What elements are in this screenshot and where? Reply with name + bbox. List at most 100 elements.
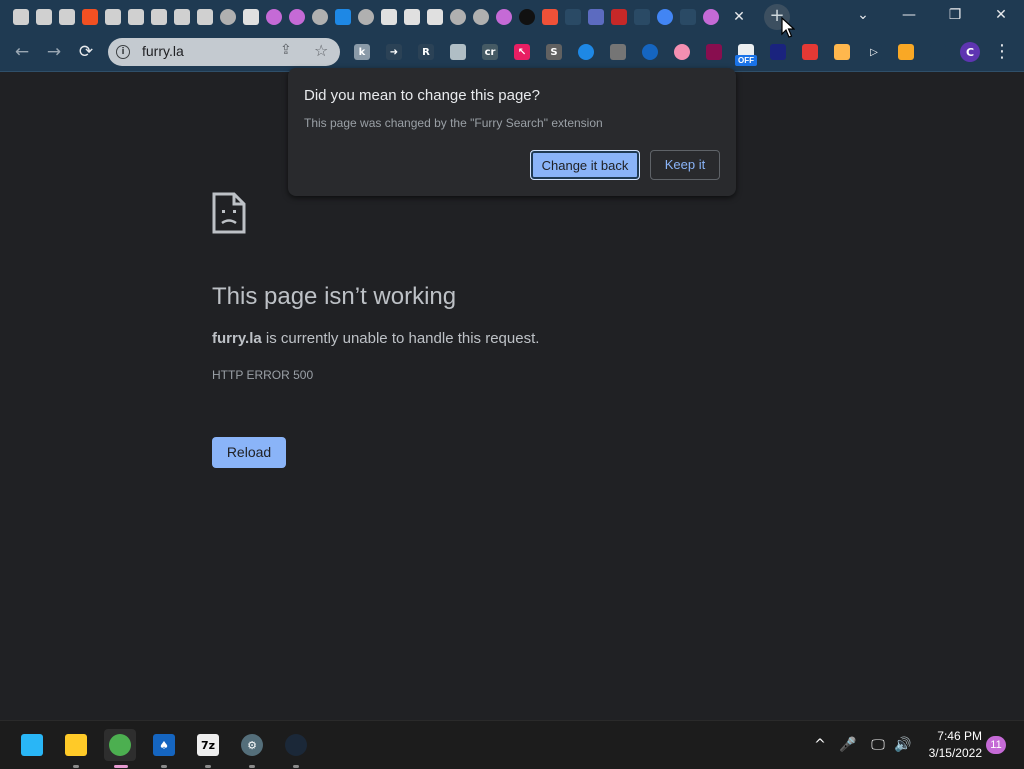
- furry-site-icon[interactable]: [13, 9, 29, 25]
- globe-icon[interactable]: [312, 9, 328, 25]
- close-window-button[interactable]: ✕: [978, 0, 1024, 32]
- reload-icon[interactable]: ⟳: [72, 38, 100, 66]
- swift-icon[interactable]: [542, 9, 558, 25]
- browser-toolbar: ← → ⟳ i furry.la ⇪ ☆ k ➜ Rcr ↖ S ▷ C: [0, 34, 1024, 72]
- sad-page-icon: [212, 192, 246, 234]
- tab-search-icon[interactable]: ⌄: [840, 0, 886, 32]
- furry-site-icon[interactable]: [105, 9, 121, 25]
- pink-circle-icon[interactable]: [266, 9, 282, 25]
- minimize-button[interactable]: —: [886, 0, 932, 32]
- taskbar: ♠ 7z ⚙ ^ 🎤 🖵 🔊 7:46 PM 3/15/2022 11: [0, 720, 1024, 769]
- shield-extension-icon[interactable]: [770, 44, 786, 60]
- cr-extension-icon[interactable]: cr: [482, 44, 498, 60]
- arrow-extension-icon[interactable]: ➜: [386, 44, 402, 60]
- extension-change-bubble: Did you mean to change this page? This p…: [288, 68, 736, 196]
- k-extension-icon[interactable]: k: [354, 44, 370, 60]
- address-bar[interactable]: i furry.la ⇪ ☆: [108, 38, 340, 66]
- sheep-extension-icon[interactable]: [450, 44, 466, 60]
- script-extension-icon[interactable]: [610, 44, 626, 60]
- blank-tab-icon[interactable]: [634, 9, 650, 25]
- furry-site-icon[interactable]: [59, 9, 75, 25]
- tab-strip: ✕ + ⌄ — ❐ ✕: [0, 0, 1024, 34]
- window-extension-icon[interactable]: [802, 44, 818, 60]
- file-explorer-icon: [65, 734, 87, 756]
- tab-close-icon[interactable]: ✕: [731, 8, 747, 26]
- pink-circle-icon[interactable]: [496, 9, 512, 25]
- blank-tab-icon[interactable]: [680, 9, 696, 25]
- profile-avatar[interactable]: C: [960, 42, 980, 62]
- globe-icon[interactable]: [473, 9, 489, 25]
- chrome-icon: [109, 734, 131, 756]
- solitaire-icon: ♠: [153, 734, 175, 756]
- error-title: This page isn’t working: [212, 283, 457, 310]
- furry-site-icon[interactable]: [174, 9, 190, 25]
- hand-icon[interactable]: [243, 9, 259, 25]
- s-extension-icon[interactable]: S: [546, 44, 562, 60]
- edge-extension-icon[interactable]: [578, 44, 594, 60]
- red-puzzle-icon[interactable]: [611, 9, 627, 25]
- steam-taskbar-button[interactable]: [280, 729, 312, 768]
- reload-button[interactable]: Reload: [212, 437, 286, 468]
- furry-site-icon[interactable]: [197, 9, 213, 25]
- globe-icon[interactable]: [450, 9, 466, 25]
- 7zip-taskbar-button[interactable]: 7z: [192, 729, 224, 768]
- microsoft-icon[interactable]: [82, 9, 98, 25]
- error-description-text: is currently unable to handle this reque…: [261, 330, 540, 347]
- pink-circle-icon[interactable]: [289, 9, 305, 25]
- chrome-menu-icon[interactable]: ⋮: [992, 37, 1012, 67]
- cat-extension-icon[interactable]: [834, 44, 850, 60]
- error-code: HTTP ERROR 500: [212, 368, 314, 382]
- bubble-message: This page was changed by the "Furry Sear…: [304, 116, 603, 130]
- network-icon[interactable]: 🖵: [868, 735, 888, 755]
- bubble-title: Did you mean to change this page?: [304, 87, 540, 104]
- vscode-icon[interactable]: [335, 9, 351, 25]
- clock-time[interactable]: 7:46 PM: [920, 729, 982, 743]
- microphone-icon[interactable]: 🎤: [838, 735, 858, 755]
- 7zip-icon: 7z: [197, 734, 219, 756]
- globe-icon[interactable]: [220, 9, 236, 25]
- gear-icon[interactable]: [404, 9, 420, 25]
- r-extension-icon[interactable]: R: [418, 44, 434, 60]
- site-info-icon[interactable]: i: [116, 45, 130, 59]
- notification-badge[interactable]: 11: [986, 736, 1006, 754]
- volume-icon[interactable]: 🔊: [893, 735, 913, 755]
- chrome-taskbar-button[interactable]: [104, 729, 136, 768]
- play-extension-icon[interactable]: ▷: [866, 44, 882, 60]
- furry-site-icon[interactable]: [128, 9, 144, 25]
- flag-extension-icon[interactable]: [674, 44, 690, 60]
- puzzle-icon[interactable]: [930, 44, 946, 60]
- error-domain: furry.la: [212, 330, 262, 347]
- flask-icon[interactable]: [427, 9, 443, 25]
- change-it-back-button[interactable]: Change it back: [530, 150, 640, 180]
- keep-it-button[interactable]: Keep it: [650, 150, 720, 180]
- mask-extension-icon[interactable]: [706, 44, 722, 60]
- settings-taskbar-button[interactable]: ⚙: [236, 729, 268, 768]
- maximize-button[interactable]: ❐: [932, 0, 978, 32]
- chrome-web-store-icon[interactable]: [657, 9, 673, 25]
- puzzle-icon[interactable]: [381, 9, 397, 25]
- tray-overflow-icon[interactable]: ^: [810, 735, 830, 755]
- file-explorer-taskbar-button[interactable]: [60, 729, 92, 768]
- bookmark-star-icon[interactable]: ☆: [314, 41, 328, 60]
- grid-extension-icon[interactable]: [642, 44, 658, 60]
- back-button[interactable]: ←: [8, 38, 36, 66]
- pink-circle-icon[interactable]: [703, 9, 719, 25]
- search-icon[interactable]: [519, 9, 535, 25]
- list-icon[interactable]: [588, 9, 604, 25]
- settings-icon: ⚙: [241, 734, 263, 756]
- error-description: furry.la is currently unable to handle t…: [212, 330, 539, 347]
- start-icon: [21, 734, 43, 756]
- address-url[interactable]: furry.la: [142, 43, 184, 59]
- cursor-extension-icon[interactable]: ↖: [514, 44, 530, 60]
- furry-site-icon[interactable]: [36, 9, 52, 25]
- start-taskbar-button[interactable]: [16, 729, 48, 761]
- clock-date[interactable]: 3/15/2022: [920, 746, 982, 760]
- share-icon[interactable]: ⇪: [280, 42, 292, 58]
- mouse-cursor-icon: [781, 17, 795, 38]
- globe-icon[interactable]: [358, 9, 374, 25]
- furry-site-icon[interactable]: [151, 9, 167, 25]
- solitaire-taskbar-button[interactable]: ♠: [148, 729, 180, 768]
- blank-tab-icon[interactable]: [565, 9, 581, 25]
- forward-button[interactable]: →: [40, 38, 68, 66]
- monkey-extension-icon[interactable]: [898, 44, 914, 60]
